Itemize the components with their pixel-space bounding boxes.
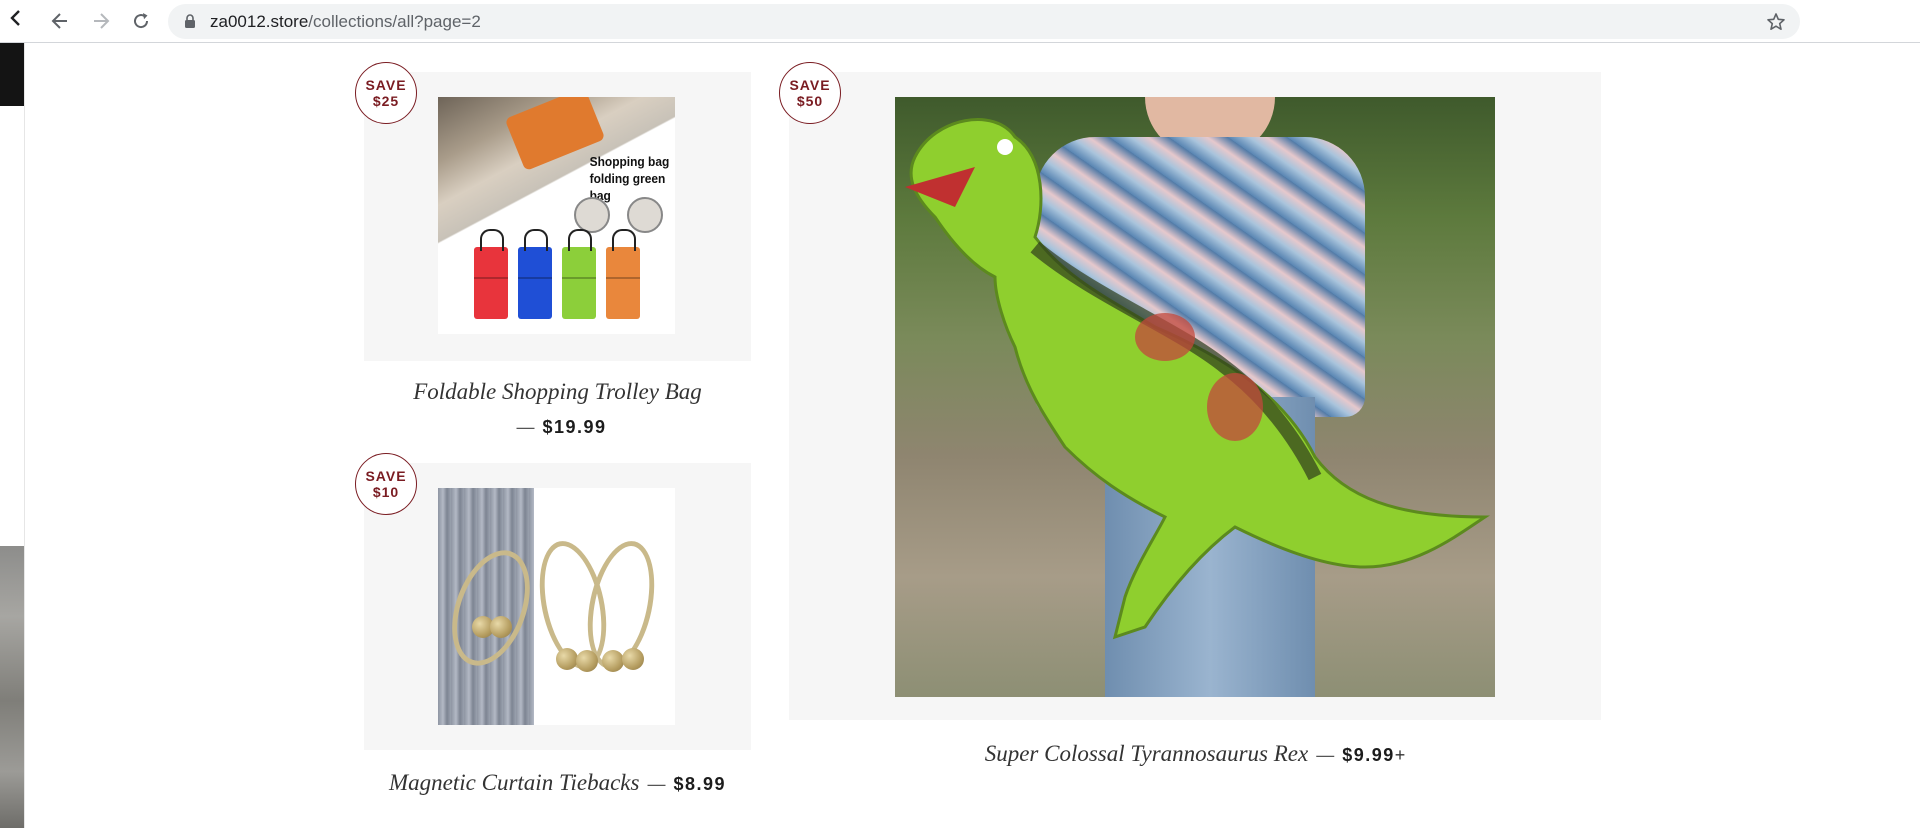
sale-badge: SAVE $25 bbox=[355, 62, 417, 124]
product-info: Magnetic Curtain Tiebacks — $8.99 bbox=[340, 770, 775, 796]
address-bar[interactable]: za0012.store/collections/all?page=2 bbox=[168, 4, 1800, 39]
product-price-line: — $19.99 bbox=[364, 417, 751, 438]
image-caption-line1: Shopping bag bbox=[589, 154, 670, 169]
trolley-bag-blue bbox=[518, 229, 552, 319]
reload-button[interactable] bbox=[127, 7, 155, 35]
side-divider bbox=[24, 43, 25, 828]
url-text: za0012.store/collections/all?page=2 bbox=[210, 4, 481, 39]
trolley-bag-green bbox=[562, 229, 596, 319]
detail-circle bbox=[574, 197, 610, 233]
magnet-ball bbox=[490, 616, 512, 638]
detail-circle bbox=[627, 197, 663, 233]
sale-badge-amount: $50 bbox=[796, 93, 824, 109]
dinosaur-graphic bbox=[905, 118, 1490, 640]
price-suffix: + bbox=[1394, 745, 1406, 765]
forward-button[interactable] bbox=[87, 7, 115, 35]
product-info: Super Colossal Tyrannosaurus Rex — $9.99+ bbox=[789, 741, 1601, 767]
reload-icon bbox=[134, 13, 149, 29]
product-title[interactable]: Super Colossal Tyrannosaurus Rex bbox=[985, 741, 1309, 766]
image-caption: Shopping bag folding green bag bbox=[590, 153, 673, 204]
product-title[interactable]: Foldable Shopping Trolley Bag bbox=[364, 379, 751, 405]
trolley-bag-red bbox=[474, 229, 508, 319]
lock-icon bbox=[185, 14, 195, 28]
sale-badge: SAVE $10 bbox=[355, 453, 417, 515]
magnet-ball bbox=[556, 648, 578, 670]
price-separator: — bbox=[516, 417, 535, 437]
magnet-ball bbox=[576, 650, 598, 672]
product-image-trolley-bag[interactable]: Shopping bag folding green bag bbox=[438, 97, 675, 334]
forward-arrow-icon bbox=[94, 13, 110, 29]
back-button[interactable] bbox=[46, 7, 74, 35]
side-image-fragment bbox=[0, 546, 24, 828]
collection-page: Shopping bag folding green bag SAVE $25 … bbox=[0, 43, 1920, 828]
product-title[interactable]: Magnetic Curtain Tiebacks bbox=[389, 770, 639, 795]
sale-badge-label: SAVE bbox=[789, 77, 831, 93]
bookmark-star-icon[interactable] bbox=[1766, 12, 1786, 32]
sale-badge-amount: $25 bbox=[372, 93, 400, 109]
image-caption-line2: folding green bag bbox=[589, 171, 666, 203]
product-price: $19.99 bbox=[542, 417, 607, 437]
chevron-left-icon[interactable] bbox=[4, 4, 28, 32]
price-separator: — bbox=[647, 774, 666, 794]
url-path: /collections/all?page=2 bbox=[308, 12, 481, 31]
sale-badge-label: SAVE bbox=[365, 77, 407, 93]
side-panel-dark bbox=[0, 43, 24, 106]
product-image-trex[interactable] bbox=[895, 97, 1495, 697]
sale-badge-label: SAVE bbox=[365, 468, 407, 484]
product-price: $9.99 bbox=[1342, 745, 1395, 765]
browser-toolbar: za0012.store/collections/all?page=2 bbox=[0, 0, 1920, 43]
product-info: Foldable Shopping Trolley Bag bbox=[364, 379, 751, 405]
price-separator: — bbox=[1316, 745, 1335, 765]
magnet-ball bbox=[622, 648, 644, 670]
back-arrow-icon bbox=[51, 13, 67, 29]
sale-badge: SAVE $50 bbox=[779, 62, 841, 124]
magnet-ball bbox=[602, 650, 624, 672]
url-host: za0012.store bbox=[210, 12, 309, 31]
sale-badge-amount: $10 bbox=[372, 484, 400, 500]
product-price: $8.99 bbox=[673, 774, 726, 794]
trolley-bag-orange bbox=[606, 229, 640, 319]
product-image-curtain-tiebacks[interactable] bbox=[438, 488, 675, 725]
